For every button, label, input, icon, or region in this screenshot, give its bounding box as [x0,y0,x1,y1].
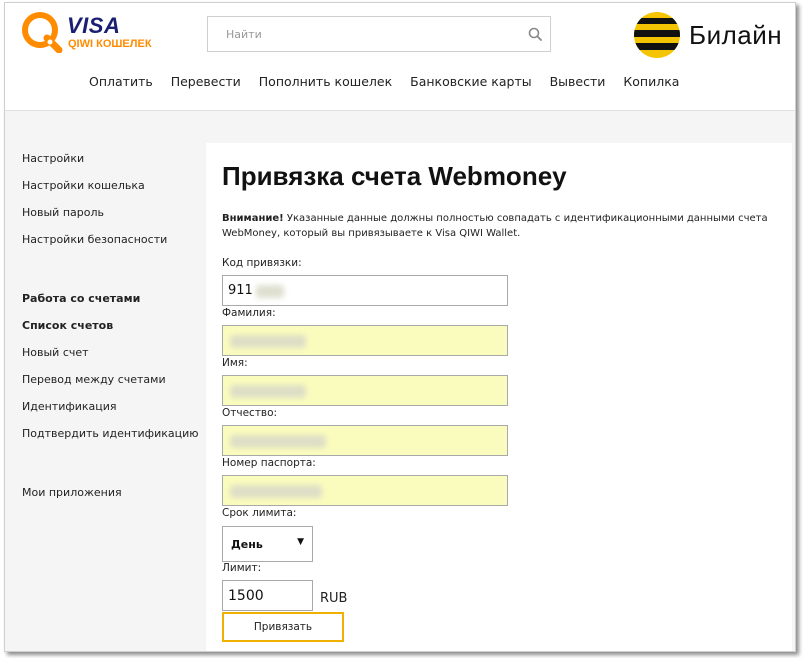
beeline-name: Билайн [689,20,783,50]
limit-label: Лимит: [222,562,262,574]
bind-button[interactable]: Привязать [222,612,344,642]
beeline-logo[interactable]: Билайн [633,11,795,61]
logo-visa-text: VISA [67,13,121,38]
limit-input[interactable] [222,580,313,611]
lastname-label: Фамилия: [222,307,276,319]
sidebar-item-confirm-identification[interactable]: Подтвердить идентификацию [22,427,199,440]
patronymic-label: Отчество: [222,407,278,419]
page-title: Привязка счета Webmoney [222,161,567,191]
passport-redaction [230,485,322,498]
sidebar-item-new-account[interactable]: Новый счет [22,346,89,359]
qiwi-logo[interactable]: VISA QIWI КОШЕЛЕК [21,11,161,55]
code-redaction [256,285,284,298]
site-header: VISA QIWI КОШЕЛЕК Билайн [5,3,795,111]
nav-piggybank[interactable]: Копилка [623,74,679,94]
nav-transfer[interactable]: Перевести [171,74,241,94]
sidebar-item-identification[interactable]: Идентификация [22,400,117,413]
notice: Внимание! Указанные данные должны полнос… [222,211,777,241]
currency-label: RUB [320,591,348,606]
search-icon[interactable] [528,27,542,41]
sidebar-section-accounts[interactable]: Работа со счетами [22,292,140,305]
sidebar-item-my-apps[interactable]: Мои приложения [22,486,122,499]
nav-topup[interactable]: Пополнить кошелек [259,74,392,94]
main-content: Привязка счета Webmoney Внимание! Указан… [206,143,792,651]
search-input[interactable] [208,17,518,51]
beeline-logo-icon [634,12,680,58]
sidebar-item-wallet-settings[interactable]: Настройки кошелька [22,179,145,192]
qiwi-logo-icon [22,12,63,53]
sidebar-item-account-transfer[interactable]: Перевод между счетами [22,373,166,386]
search-box [207,16,551,52]
firstname-label: Имя: [222,357,248,369]
firstname-redaction [230,385,306,398]
notice-text: Указанные данные должны полностью совпад… [222,213,768,239]
passport-label: Номер паспорта: [222,457,316,469]
sidebar-item-settings[interactable]: Настройки [22,152,84,165]
sidebar-item-new-password[interactable]: Новый пароль [22,206,104,219]
dropdown-arrow-icon: ▼ [297,537,304,547]
main-nav: Оплатить Перевести Пополнить кошелек Бан… [89,74,697,94]
browser-frame: VISA QIWI КОШЕЛЕК Билайн [4,2,796,652]
sidebar-item-account-list[interactable]: Список счетов [22,319,113,332]
code-label: Код привязки: [222,257,302,269]
nav-bank-cards[interactable]: Банковские карты [410,74,531,94]
nav-withdraw[interactable]: Вывести [550,74,606,94]
notice-warning: Внимание! [222,213,284,224]
sidebar-item-security[interactable]: Настройки безопасности [22,233,167,246]
lastname-redaction [230,335,306,348]
period-select[interactable]: День ▼ [222,526,313,562]
logo-qiwi-text: QIWI КОШЕЛЕК [68,38,152,50]
patronymic-redaction [230,435,326,448]
period-label: Срок лимита: [222,507,297,519]
nav-pay[interactable]: Оплатить [89,74,153,94]
period-select-value: День [231,538,263,551]
